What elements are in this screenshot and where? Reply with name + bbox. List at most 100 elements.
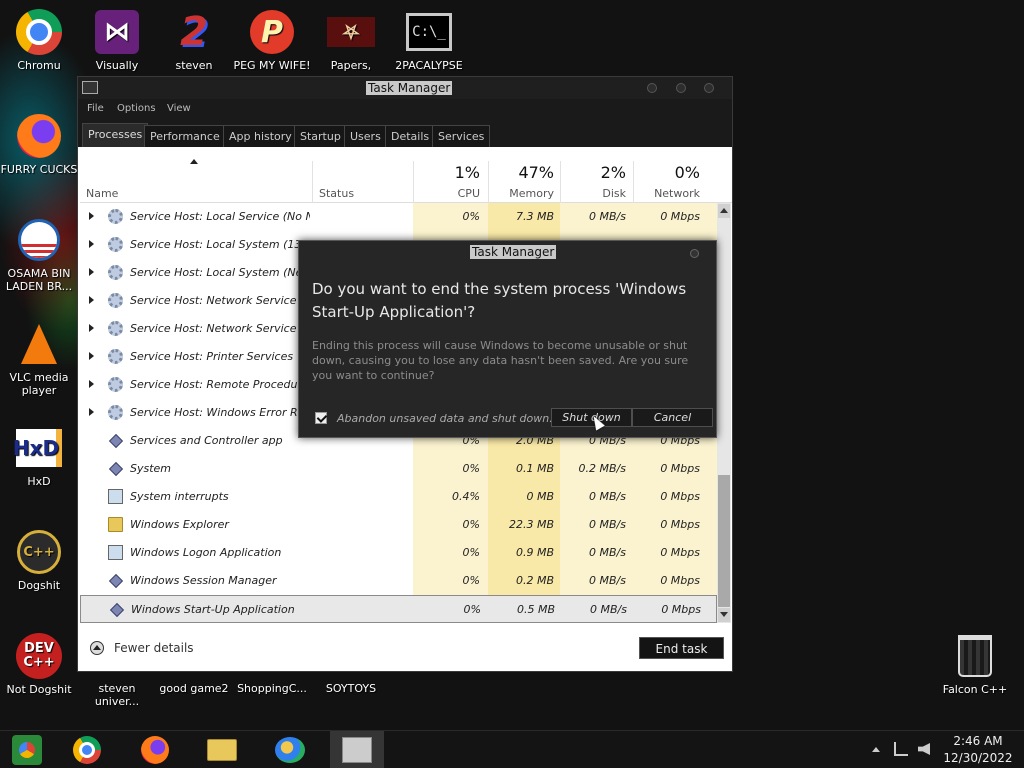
expand-arrow-icon[interactable] — [89, 408, 94, 416]
process-row[interactable]: System interrupts 0.4% 0 MB 0 MB/s 0 Mbps — [80, 483, 717, 511]
tab-services[interactable]: Services — [432, 125, 491, 147]
menu-file[interactable]: File — [87, 103, 104, 114]
desktop-icon-hxd[interactable]: HxD HxD — [0, 424, 79, 488]
process-disk: 0 MB/s — [589, 490, 626, 503]
fewer-details-link[interactable]: Fewer details — [114, 641, 194, 655]
taskbar-chrome[interactable] — [60, 731, 114, 768]
disk-total: 2% — [600, 163, 626, 182]
volume-icon[interactable] — [918, 743, 930, 755]
column-name[interactable]: Name — [86, 187, 118, 200]
clock-date[interactable]: 12/30/2022 — [940, 751, 1016, 765]
dialog-close-button[interactable] — [690, 249, 699, 258]
process-memory: 0 MB — [526, 490, 554, 503]
process-name: Windows Start-Up Application — [131, 603, 295, 616]
scroll-down-button[interactable] — [718, 608, 730, 622]
column-disk[interactable]: Disk — [566, 187, 626, 200]
desktop-icon-papers[interactable]: ⛧ Papers, — [311, 8, 391, 72]
tab-startup[interactable]: Startup — [294, 125, 347, 147]
expand-arrow-icon[interactable] — [89, 212, 94, 220]
taskbar-file-explorer[interactable] — [195, 731, 249, 768]
process-cpu: 0% — [462, 518, 480, 531]
desktop-icon-2pacalypse[interactable]: C:\_ 2PACALYPSE — [389, 8, 469, 72]
tab-performance[interactable]: Performance — [144, 125, 226, 147]
process-name: Windows Explorer — [130, 518, 229, 531]
title-bar[interactable]: Task Manager — [78, 77, 732, 99]
show-hidden-icons-icon[interactable] — [872, 747, 880, 752]
expand-arrow-icon[interactable] — [89, 296, 94, 304]
folder-icon — [108, 517, 123, 532]
taskbar-task-manager[interactable] — [330, 731, 384, 768]
process-row[interactable]: Service Host: Local Service (No N... 0% 7.… — [80, 203, 717, 231]
process-row[interactable]: Windows Explorer 0% 22.3 MB 0 MB/s 0 Mbps — [80, 511, 717, 539]
end-task-button[interactable]: End task — [639, 637, 724, 659]
taskbar-people[interactable] — [263, 731, 317, 768]
process-name: Service Host: Network Service (5) — [130, 294, 310, 307]
desktop-icon-dogshit[interactable]: C++ Dogshit — [0, 528, 79, 592]
scrollbar[interactable] — [717, 203, 731, 623]
desktop-icon-steven[interactable]: 2 steven — [154, 8, 234, 73]
desktop-icon-soytoys[interactable]: SOYTOYS — [311, 682, 391, 695]
sort-ascending-icon[interactable] — [190, 159, 198, 164]
close-button[interactable] — [704, 83, 714, 93]
desktop-icon-good-game[interactable]: good game2 — [154, 682, 234, 695]
desktop-icon-peg[interactable]: P PEG MY WIFE! — [232, 8, 312, 72]
abandon-data-label[interactable]: Abandon unsaved data and shut down. — [337, 412, 553, 425]
column-status[interactable]: Status — [319, 187, 354, 200]
desktop-icon-shopping[interactable]: ShoppingC... — [232, 682, 312, 695]
process-row[interactable]: Windows Session Manager 0% 0.2 MB 0 MB/s 0 M… — [80, 567, 717, 595]
column-memory[interactable]: Memory — [494, 187, 554, 200]
process-network: 0 Mbps — [660, 574, 700, 587]
vlc-icon — [15, 320, 63, 368]
desktop-icon-chromu[interactable]: Chromu — [0, 8, 79, 72]
minimize-button[interactable] — [647, 83, 657, 93]
column-network[interactable]: Network — [640, 187, 700, 200]
abandon-data-checkbox[interactable] — [315, 412, 327, 424]
scroll-up-button[interactable] — [718, 204, 730, 218]
people-icon — [275, 737, 305, 763]
desktop-icon-furry[interactable]: FURRY CUCKS — [0, 112, 79, 176]
taskbar-firefox[interactable] — [128, 731, 182, 768]
hxd-icon: HxD — [13, 424, 63, 472]
process-memory: 0.1 MB — [515, 462, 554, 475]
desktop-icon-falcon[interactable]: Falcon C++ — [935, 632, 1015, 696]
column-cpu[interactable]: CPU — [420, 187, 480, 200]
process-name: System — [130, 462, 172, 475]
process-network: 0 Mbps — [660, 518, 700, 531]
expand-arrow-icon[interactable] — [89, 268, 94, 276]
start-button[interactable] — [0, 731, 54, 768]
process-name: System interrupts — [130, 490, 229, 503]
desktop-icon-not-dogshit[interactable]: DEV C++ Not Dogshit — [0, 632, 79, 696]
process-name: Service Host: Local System (13) — [130, 238, 306, 251]
cancel-button[interactable]: Cancel — [632, 408, 713, 427]
expand-arrow-icon[interactable] — [89, 352, 94, 360]
chevron-up-icon[interactable] — [90, 641, 104, 655]
network-icon[interactable] — [894, 742, 908, 756]
expand-arrow-icon[interactable] — [89, 324, 94, 332]
menu-view[interactable]: View — [167, 103, 191, 114]
papers-please-icon: ⛧ — [327, 8, 375, 56]
expand-arrow-icon[interactable] — [89, 240, 94, 248]
menu-options[interactable]: Options — [117, 103, 156, 114]
process-name: Service Host: Local Service (No N... — [130, 210, 310, 223]
window-icon — [108, 489, 123, 504]
expand-arrow-icon[interactable] — [89, 380, 94, 388]
desktop-icon-steven-universe[interactable]: steven univer... — [77, 682, 157, 708]
desktop-icon-visually[interactable]: ⋈ Visually — [77, 8, 157, 72]
tab-app-history[interactable]: App history — [223, 125, 298, 147]
tab-users[interactable]: Users — [344, 125, 387, 147]
process-row[interactable]: Windows Logon Application 0% 0.9 MB 0 MB/s 0… — [80, 539, 717, 567]
tab-bar: Processes Performance App history Startu… — [78, 119, 732, 147]
gear-icon — [108, 405, 123, 420]
tab-details[interactable]: Details — [385, 125, 436, 147]
process-network: 0 Mbps — [660, 462, 700, 475]
process-row[interactable]: System 0% 0.1 MB 0.2 MB/s 0 Mbps — [80, 455, 717, 483]
desktop-icon-vlc[interactable]: VLC media player — [0, 320, 79, 397]
desktop-icon-osama[interactable]: OSAMA BIN LADEN BR... — [0, 216, 79, 293]
scroll-thumb[interactable] — [718, 475, 730, 607]
process-row[interactable]: Windows Start-Up Application 0% 0.5 MB 0 MB… — [80, 595, 717, 623]
process-disk: 0 MB/s — [589, 518, 626, 531]
clock-time[interactable]: 2:46 AM — [940, 734, 1016, 748]
memory-total: 47% — [518, 163, 554, 182]
maximize-button[interactable] — [676, 83, 686, 93]
tab-processes[interactable]: Processes — [82, 123, 149, 147]
